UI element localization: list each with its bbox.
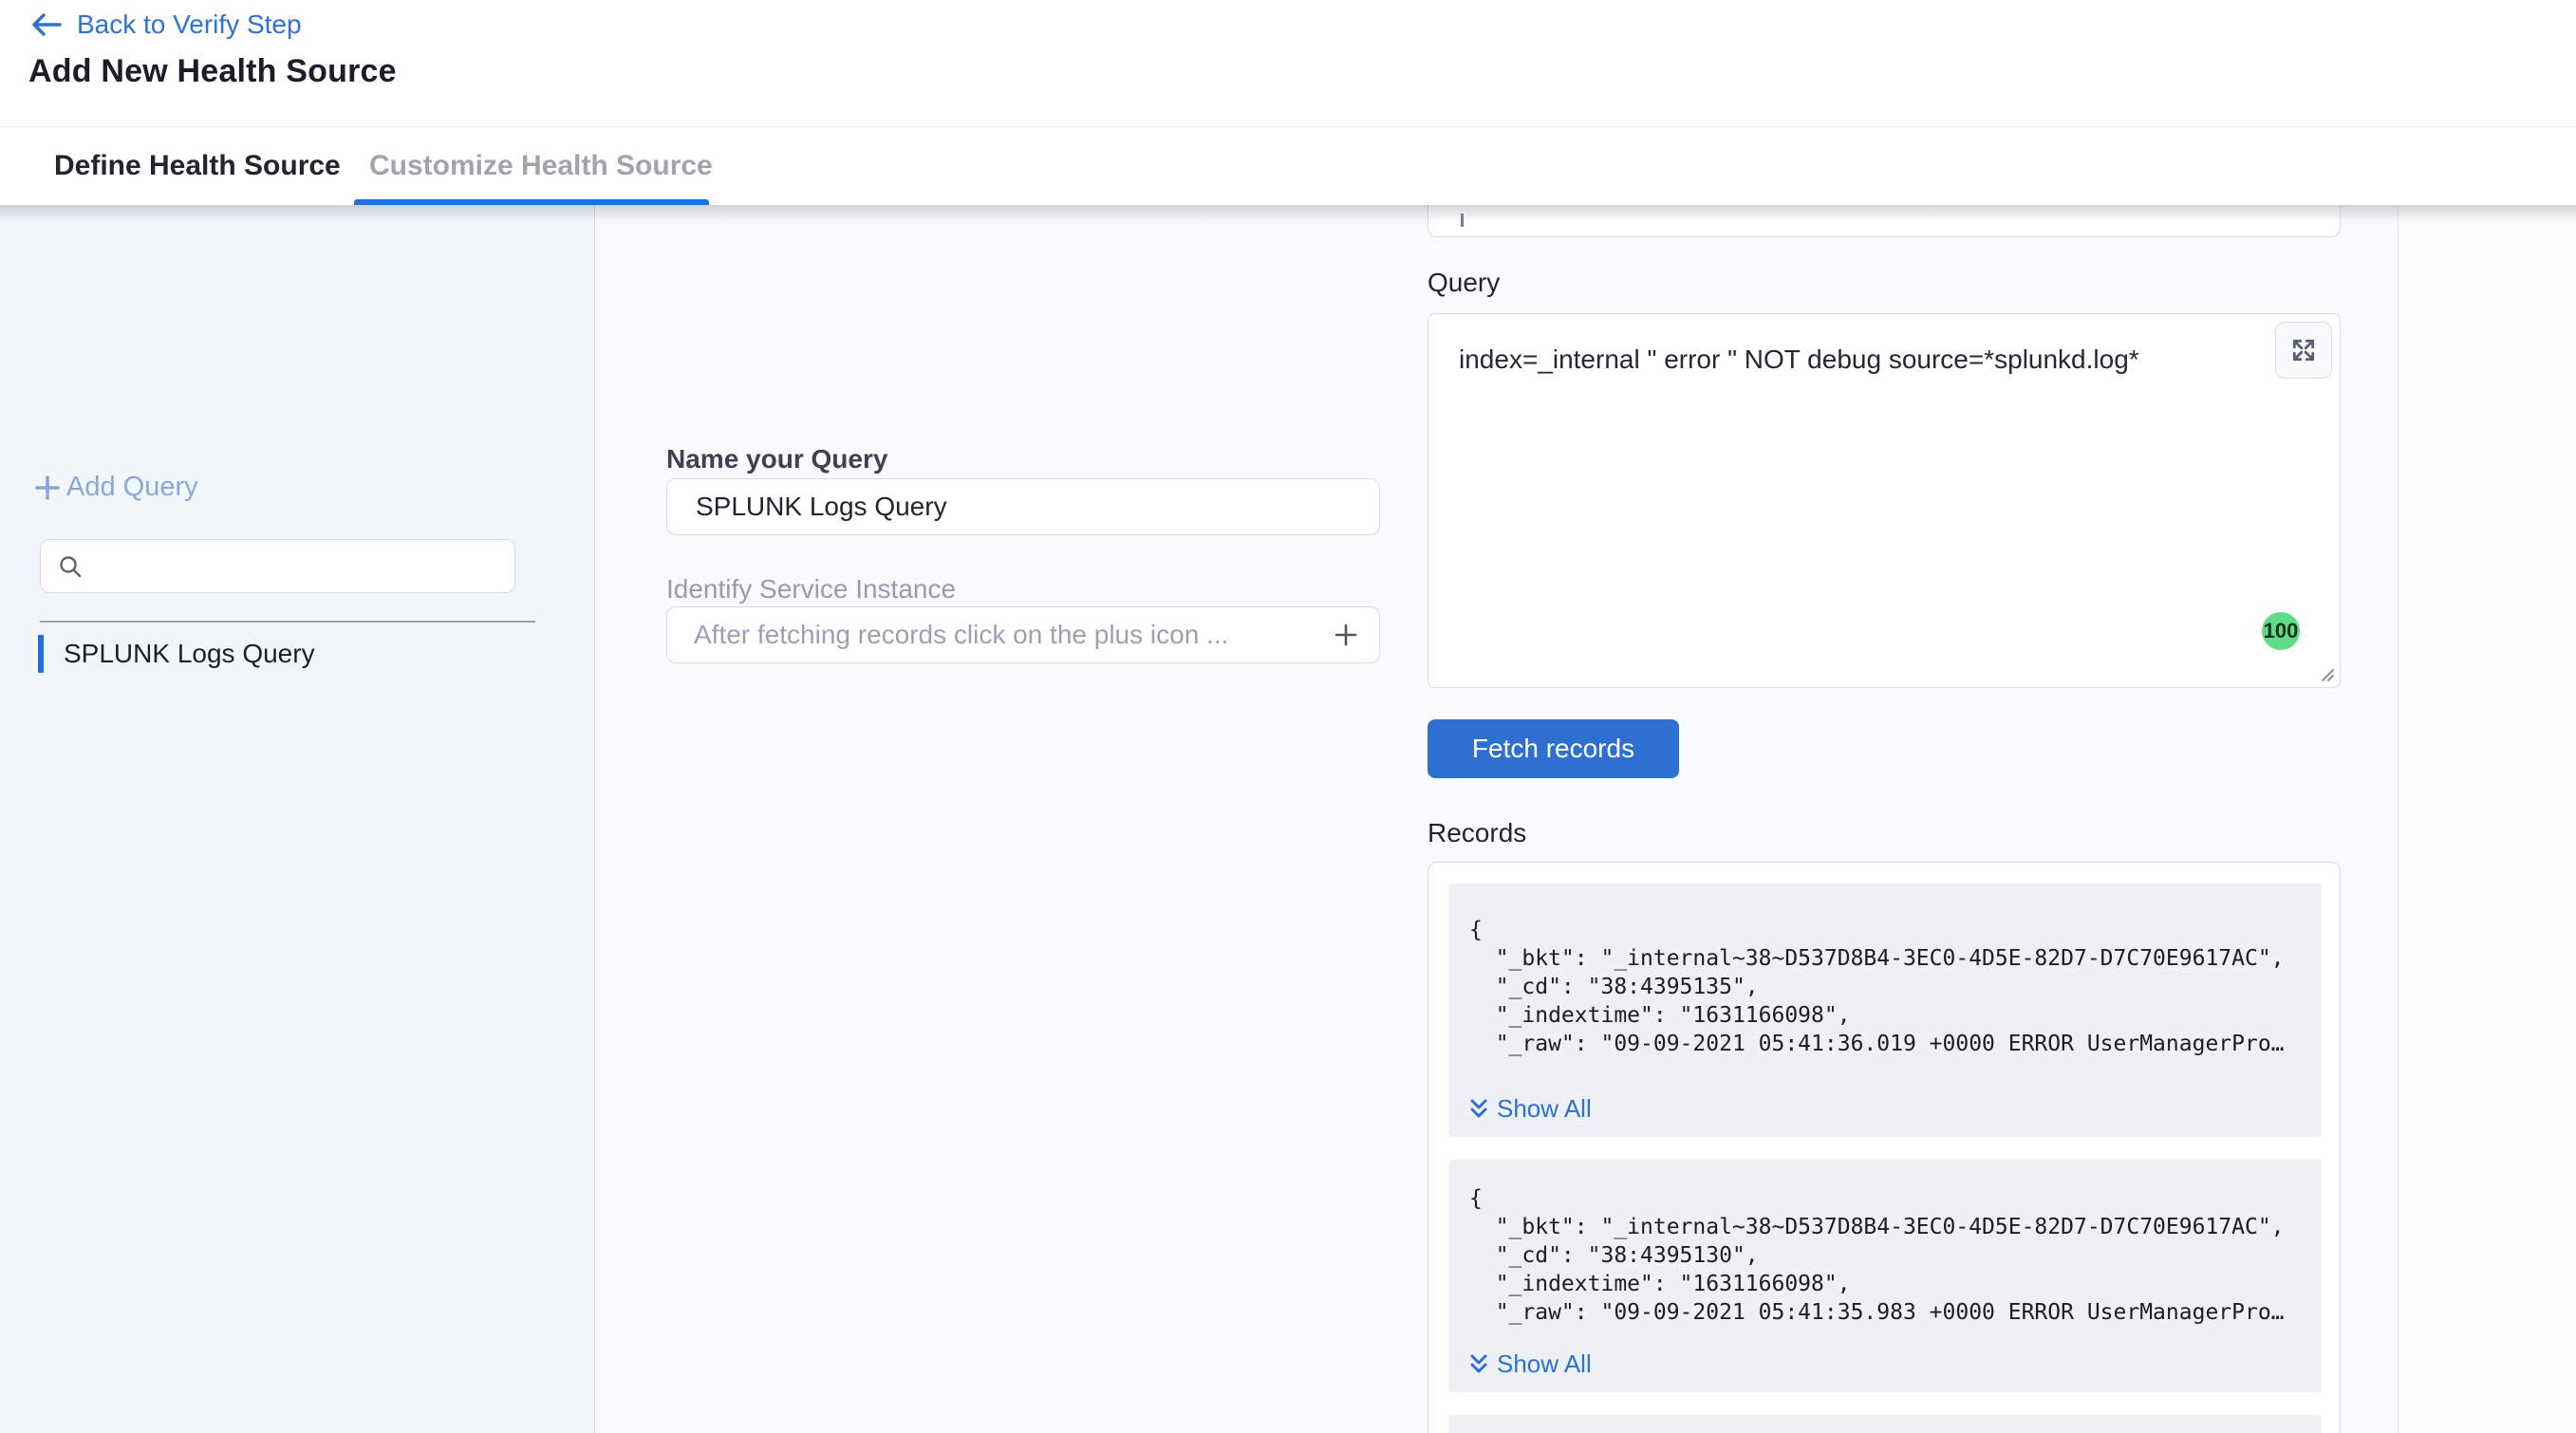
query-label: Query — [1428, 268, 1500, 298]
page-title: Add New Health Source — [28, 53, 397, 90]
textarea-resize-handle[interactable] — [2315, 662, 2336, 683]
tab-customize-health-source[interactable]: Customize Health Source — [369, 127, 713, 205]
tab-bar: Define Health Source Customize Health So… — [0, 127, 2576, 205]
back-to-verify-step-link[interactable]: Back to Verify Step — [29, 9, 302, 40]
record-json: { "_bkt": "_internal~38~D537D8B4-3EC0-4D… — [1469, 1184, 2299, 1327]
sidebar-item-splunk-logs-query[interactable]: SPLUNK Logs Query — [38, 634, 315, 674]
fetch-records-button[interactable]: Fetch records — [1428, 719, 1679, 778]
right-gutter — [2398, 205, 2576, 1433]
record-card: { "_bkt": "_internal~38~D537D8B4-3EC0-4D… — [1448, 1160, 2322, 1392]
service-instance-input[interactable] — [667, 607, 1332, 662]
show-all-label: Show All — [1497, 1349, 1592, 1379]
query-editor: 100 — [1428, 313, 2341, 688]
header: Back to Verify Step Add New Health Sourc… — [0, 0, 2576, 127]
expand-query-button[interactable] — [2275, 322, 2332, 379]
plus-icon — [1332, 621, 1360, 649]
content-area: Add Query SPLUNK Logs Query Name your Qu… — [0, 205, 2576, 1433]
double-chevron-down-icon — [1469, 1097, 1488, 1122]
tab-define-health-source[interactable]: Define Health Source — [54, 127, 341, 205]
show-all-label: Show All — [1497, 1094, 1592, 1124]
plus-icon — [34, 475, 61, 501]
record-card-partial — [1448, 1415, 2322, 1433]
query-item-label: SPLUNK Logs Query — [64, 639, 315, 669]
show-all-link[interactable]: Show All — [1469, 1349, 2299, 1379]
selected-indicator-bar — [38, 635, 44, 673]
show-all-link[interactable]: Show All — [1469, 1094, 2299, 1124]
record-card: { "_bkt": "_internal~38~D537D8B4-3EC0-4D… — [1448, 884, 2322, 1137]
query-search-box — [40, 539, 515, 593]
service-instance-field — [666, 606, 1380, 663]
query-name-input[interactable] — [666, 478, 1380, 535]
active-tab-underline — [354, 199, 709, 205]
name-your-query-label: Name your Query — [666, 444, 887, 475]
service-instance-plus-button[interactable] — [1332, 621, 1360, 649]
query-search-input[interactable] — [83, 540, 514, 592]
text-cursor-remnant — [1461, 214, 1464, 227]
back-arrow-icon — [29, 11, 64, 38]
record-json: { "_bkt": "_internal~38~D537D8B4-3EC0-4D… — [1469, 916, 2299, 1058]
add-query-label: Add Query — [66, 472, 198, 503]
double-chevron-down-icon — [1469, 1352, 1488, 1377]
query-textarea[interactable] — [1428, 314, 2340, 687]
add-health-source-screen: Back to Verify Step Add New Health Sourc… — [0, 0, 2576, 1433]
query-sidebar: Add Query SPLUNK Logs Query — [0, 205, 595, 1433]
back-link-label: Back to Verify Step — [77, 9, 302, 40]
add-query-button[interactable]: Add Query — [34, 472, 198, 503]
records-label: Records — [1428, 818, 1526, 848]
sidebar-divider — [40, 621, 535, 623]
records-container: { "_bkt": "_internal~38~D537D8B4-3EC0-4D… — [1428, 862, 2341, 1433]
identify-service-instance-label: Identify Service Instance — [666, 574, 956, 605]
expand-icon — [2290, 337, 2317, 363]
search-icon — [58, 554, 83, 579]
record-count-badge: 100 — [2262, 612, 2300, 650]
